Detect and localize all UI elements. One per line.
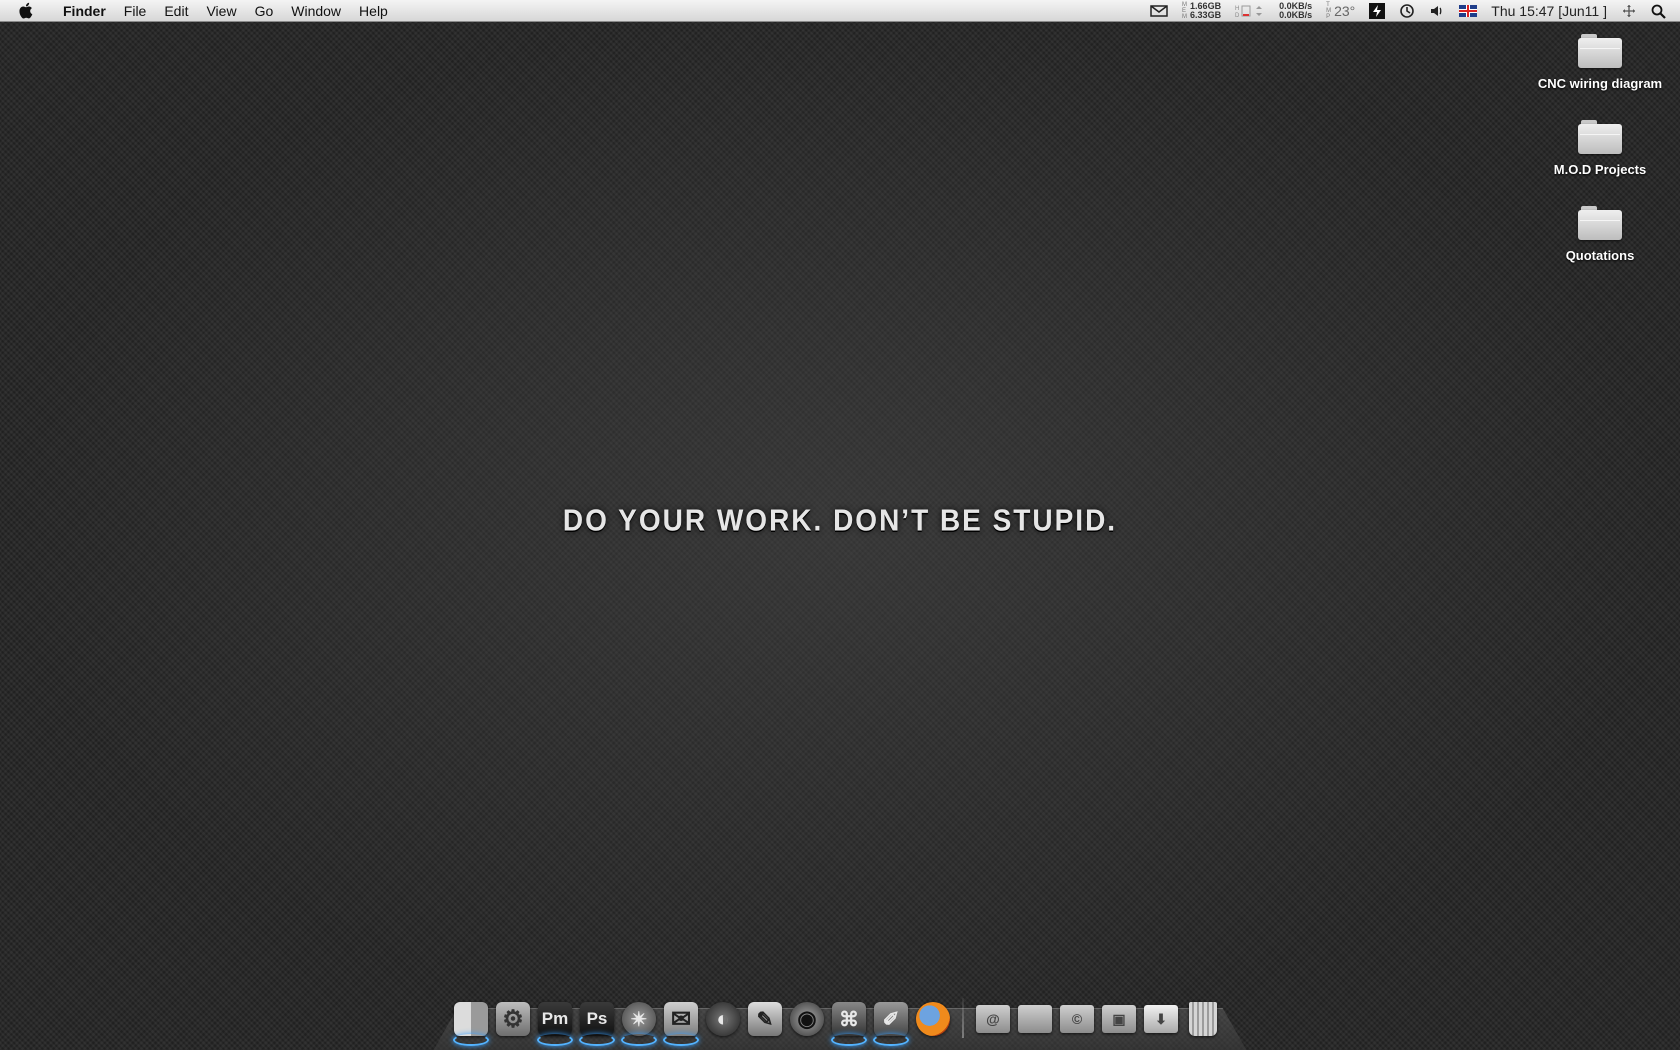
desktop-folder-label: M.O.D Projects [1553, 162, 1647, 177]
running-indicator [537, 1034, 573, 1046]
running-indicator [453, 1034, 489, 1046]
desktop-icons: CNC wiring diagram M.O.D Projects Quotat… [1520, 30, 1680, 288]
menu-edit[interactable]: Edit [155, 0, 197, 22]
firefox-icon [916, 1002, 950, 1036]
photoshop-icon: Ps [580, 1002, 614, 1036]
spaces-icon[interactable] [1614, 0, 1644, 22]
app-icon: ⌘ [832, 1002, 866, 1036]
brush-icon: ✐ [874, 1002, 908, 1036]
dock-disc-utility[interactable]: ◐ [704, 1000, 742, 1038]
running-indicator [663, 1034, 699, 1046]
network-up-rate: 0.0KB/s [1279, 10, 1313, 20]
volume-icon[interactable] [1422, 0, 1452, 22]
network-monitor[interactable]: 0.0KB/s 0.0KB/s [1272, 0, 1319, 22]
dock-mail[interactable]: ✉ [662, 1000, 700, 1046]
mail-folder-icon: @ [976, 1005, 1010, 1033]
menu-app-finder[interactable]: Finder [54, 0, 115, 22]
svg-text:H: H [1235, 6, 1239, 12]
desktop-folder-cnc-wiring-diagram[interactable]: CNC wiring diagram [1520, 30, 1680, 116]
dock-script-editor[interactable]: ✎ [746, 1000, 784, 1038]
dock-finder[interactable] [452, 1000, 490, 1046]
disc-icon: ◐ [706, 1002, 740, 1036]
desktop-folder-label: Quotations [1565, 248, 1635, 263]
safari-icon: ✴ [622, 1002, 656, 1036]
dock-photoshop[interactable]: Ps [578, 1000, 616, 1046]
uk-flag-icon[interactable] [1452, 0, 1484, 22]
menu-go[interactable]: Go [246, 0, 283, 22]
time-machine-icon[interactable] [1392, 0, 1422, 22]
quicktime-icon: ◉ [790, 1002, 824, 1036]
menu-window[interactable]: Window [282, 0, 350, 22]
status-area: MEM 1.66GB 6.33GB HD 0.0KB/s 0.0KB/s TMP… [1143, 0, 1680, 22]
running-indicator [831, 1034, 867, 1046]
script-editor-icon: ✎ [748, 1002, 782, 1036]
temperature-letters-icon: TMP [1326, 2, 1332, 20]
desktop-folder-mod-projects[interactable]: M.O.D Projects [1520, 116, 1680, 202]
system-preferences-icon: ⚙ [496, 1002, 530, 1036]
menu-view[interactable]: View [197, 0, 245, 22]
apple-icon [19, 2, 33, 19]
applications-folder-icon [1018, 1005, 1052, 1033]
dock-folder-downloads[interactable]: ⬇ [1142, 1000, 1180, 1038]
trash-icon [1189, 1002, 1217, 1036]
folder-icon [1578, 34, 1622, 68]
desktop-folder-quotations[interactable]: Quotations [1520, 202, 1680, 288]
finder-icon [454, 1002, 488, 1036]
spotlight-search-icon[interactable] [1644, 0, 1680, 22]
apple-menu[interactable] [0, 2, 54, 19]
dock-folder-documents[interactable]: © [1058, 1000, 1096, 1038]
dock-trash[interactable] [1184, 1000, 1222, 1038]
menu-help[interactable]: Help [350, 0, 397, 22]
pagemaker-icon: Pm [538, 1002, 572, 1036]
documents-folder-icon: © [1060, 1005, 1094, 1033]
folder-icon [1578, 206, 1622, 240]
dock-pagemaker[interactable]: Pm [536, 1000, 574, 1046]
running-indicator [873, 1034, 909, 1046]
dock-separator [962, 998, 964, 1038]
dock-quicktime[interactable]: ◉ [788, 1000, 826, 1038]
memory-free: 6.33GB [1190, 10, 1222, 20]
dock-folder-applications[interactable] [1016, 1000, 1054, 1038]
dock-folder-movies[interactable]: ▣ [1100, 1000, 1138, 1038]
temperature-monitor[interactable]: TMP 23° [1319, 0, 1362, 22]
menu-file[interactable]: File [115, 0, 156, 22]
dock-brush-app[interactable]: ✐ [872, 1000, 910, 1046]
mail-icon: ✉ [664, 1002, 698, 1036]
running-indicator [579, 1034, 615, 1046]
menu-bar: Finder File Edit View Go Window Help MEM… [0, 0, 1680, 22]
desktop-folder-label: CNC wiring diagram [1537, 76, 1663, 91]
running-indicator [621, 1034, 657, 1046]
svg-text:D: D [1235, 13, 1240, 18]
dock-folder-mail[interactable]: @ [974, 1000, 1012, 1038]
wallpaper-motto: DO YOUR WORK. DON’T BE STUPID. [562, 503, 1118, 538]
downloads-folder-icon: ⬇ [1144, 1005, 1178, 1033]
dock-system-preferences[interactable]: ⚙ [494, 1000, 532, 1038]
movies-folder-icon: ▣ [1102, 1005, 1136, 1033]
temperature-value: 23° [1334, 3, 1356, 19]
network-activity-icon[interactable] [1143, 0, 1175, 22]
menubar-clock[interactable]: Thu 15:47 [Jun11 ] [1484, 0, 1614, 22]
dock-app[interactable]: ⌘ [830, 1000, 868, 1046]
dock-firefox[interactable] [914, 1000, 952, 1038]
input-menu-icon[interactable] [1362, 0, 1392, 22]
memory-letters-icon: MEM [1182, 2, 1188, 20]
dock-safari[interactable]: ✴ [620, 1000, 658, 1046]
disk-activity-icon[interactable]: HD [1228, 0, 1272, 22]
memory-monitor[interactable]: MEM 1.66GB 6.33GB [1175, 0, 1228, 22]
folder-icon [1578, 120, 1622, 154]
dock: ⚙ Pm Ps ✴ ✉ ◐ ✎ ◉ ⌘ ✐ @ © ▣ ⬇ [452, 996, 1226, 1046]
